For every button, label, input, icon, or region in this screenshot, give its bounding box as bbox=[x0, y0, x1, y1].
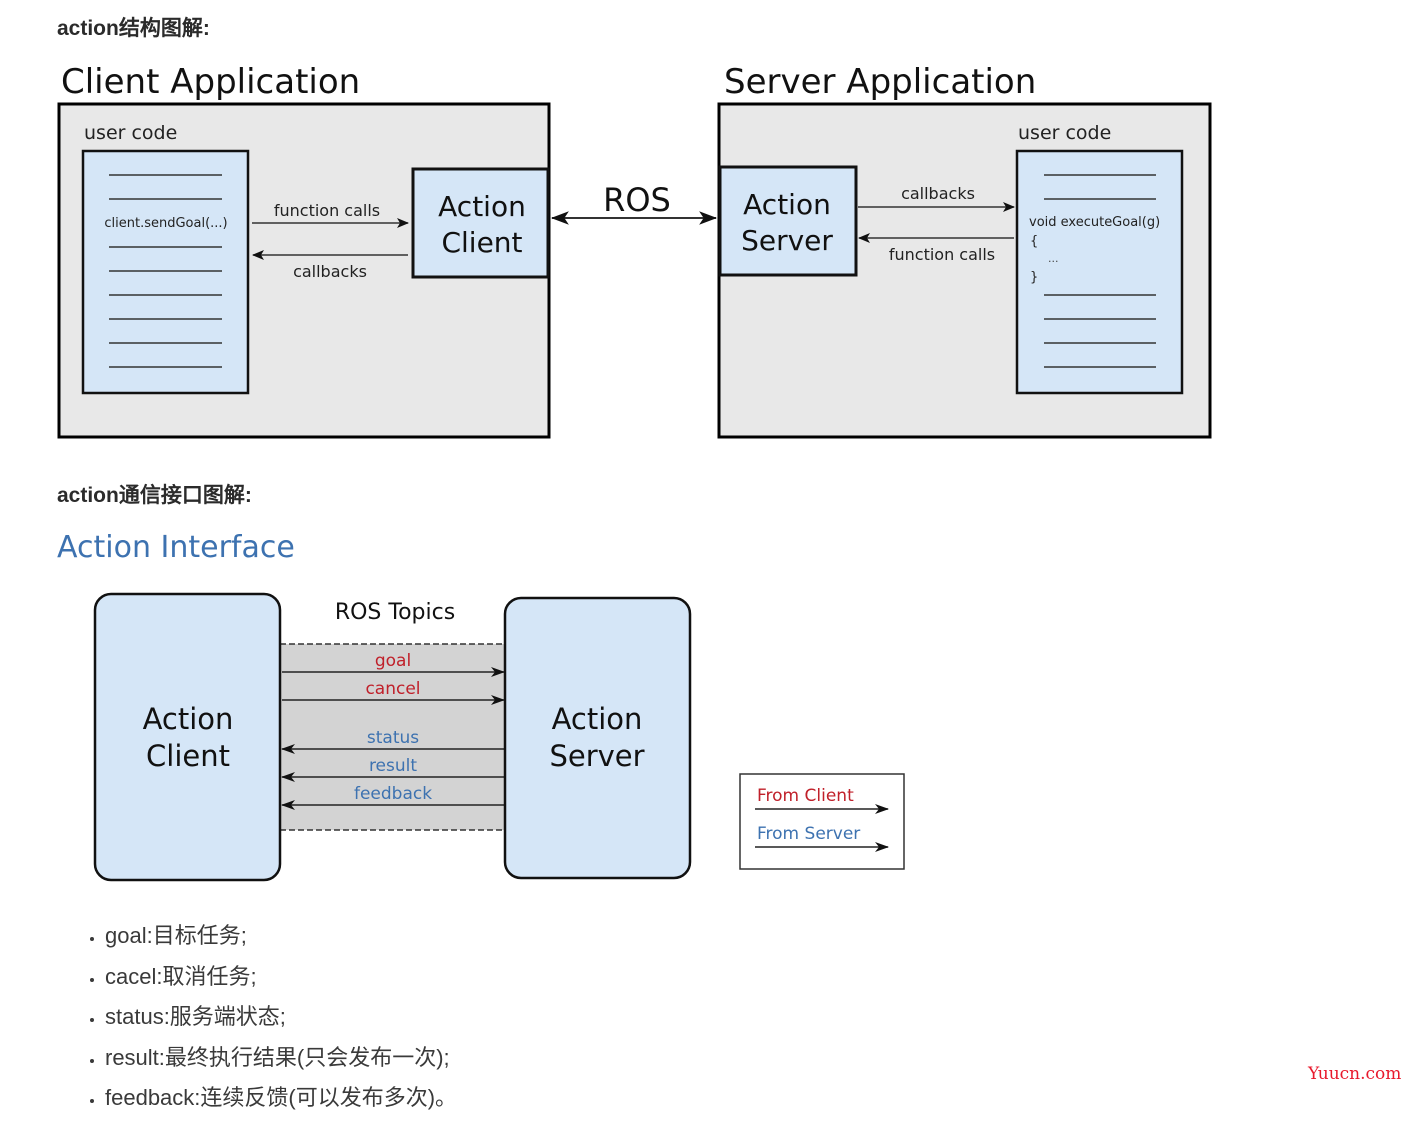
client-user-code-box bbox=[81, 149, 250, 395]
action-interface-title: Action Interface bbox=[57, 530, 295, 565]
topic-label-cancel: cancel bbox=[365, 679, 420, 699]
interface-server-label-line1: Action bbox=[552, 702, 643, 736]
topic-label-goal: goal bbox=[375, 651, 411, 671]
action-client-label-line1: Action bbox=[438, 190, 526, 223]
ros-link-label: ROS bbox=[603, 181, 671, 219]
server-callbacks-label: callbacks bbox=[901, 184, 975, 203]
note-item: feedback:连续反馈(可以发布多次)。 bbox=[105, 1078, 457, 1119]
legend-label: From Server bbox=[757, 824, 860, 844]
ros-topics-label: ROS Topics bbox=[335, 600, 455, 625]
note-item: status:服务端状态; bbox=[105, 997, 457, 1038]
execute-goal-close-brace: } bbox=[1030, 270, 1038, 285]
topic-label-status: status bbox=[367, 728, 419, 748]
interface-action-server-box bbox=[503, 596, 692, 880]
topic-notes-list: goal:目标任务; cacel:取消任务; status:服务端状态; res… bbox=[80, 916, 457, 1119]
action-structure-diagram: Client Application user code client.send… bbox=[57, 62, 1212, 439]
server-function-calls-label: function calls bbox=[889, 245, 995, 264]
action-server-label-line1: Action bbox=[743, 188, 831, 221]
action-client-label-line2: Client bbox=[441, 226, 522, 259]
server-user-code-label: user code bbox=[1018, 122, 1111, 144]
structure-heading: action结构图解: bbox=[57, 17, 210, 40]
execute-goal-ellipsis: ... bbox=[1048, 252, 1059, 265]
client-app-title: Client Application bbox=[61, 62, 360, 102]
topic-label-result: result bbox=[369, 756, 417, 776]
interface-server-label-line2: Server bbox=[549, 739, 644, 773]
interface-client-label-line2: Client bbox=[146, 739, 230, 773]
action-server-box bbox=[718, 165, 858, 277]
interface-heading: action通信接口图解: bbox=[57, 484, 252, 507]
site-watermark: Yuucn.com bbox=[1308, 1064, 1402, 1084]
execute-goal-signature: void executeGoal(g) bbox=[1029, 215, 1160, 230]
action-interface-diagram: Action Interface ROS Topics goal cancel st… bbox=[57, 530, 905, 882]
client-function-calls-label: function calls bbox=[274, 201, 380, 220]
execute-goal-open-brace: { bbox=[1030, 234, 1038, 249]
client-callbacks-label: callbacks bbox=[293, 262, 367, 281]
action-client-box bbox=[411, 167, 550, 279]
server-app-title: Server Application bbox=[724, 62, 1036, 102]
legend-label: From Client bbox=[757, 786, 854, 806]
note-item: cacel:取消任务; bbox=[105, 957, 457, 998]
interface-client-label-line1: Action bbox=[143, 702, 234, 736]
client-send-goal-code: client.sendGoal(...) bbox=[104, 216, 227, 231]
note-item: goal:目标任务; bbox=[105, 916, 457, 957]
client-user-code-label: user code bbox=[84, 122, 177, 144]
server-user-code-box bbox=[1015, 149, 1184, 395]
action-server-label-line2: Server bbox=[741, 224, 833, 257]
note-item: result:最终执行结果(只会发布一次); bbox=[105, 1038, 457, 1079]
topic-label-feedback: feedback bbox=[354, 784, 432, 804]
interface-action-client-box bbox=[93, 592, 282, 882]
